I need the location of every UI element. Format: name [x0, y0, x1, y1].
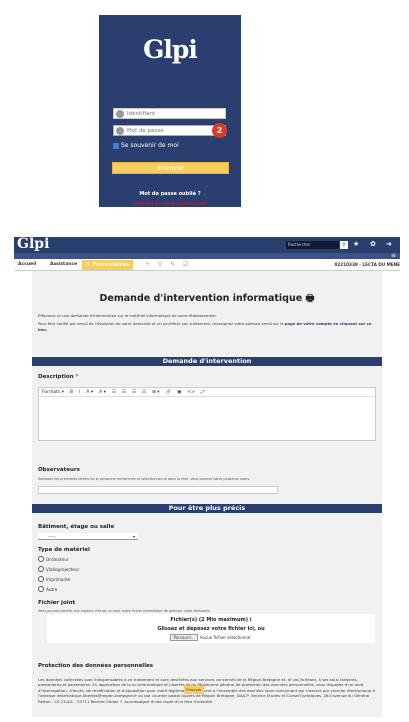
editor-toolbar-button[interactable]: ☰ — [132, 390, 136, 395]
dropzone-instructions: Glissez et déposez votre fichier ici, ou — [157, 626, 265, 632]
form-intro: Effectuez ici une demande d'intervention… — [38, 313, 376, 333]
checkbox-icon — [113, 142, 119, 149]
current-user-label[interactable]: 02210338 - LECTA DU MENE — [334, 261, 400, 269]
observers-label: Observateurs — [38, 467, 80, 473]
login-submit-button[interactable]: Envoyer — [112, 162, 229, 174]
username-placeholder: Identifiant — [127, 110, 156, 117]
remember-me-label: Se souvenir de moi — [121, 142, 179, 149]
intro-line-2: Pour être notifié par email de l'évoluti… — [38, 321, 284, 326]
annotation-badge-2: 2 — [212, 123, 227, 138]
login-error-text: Identifiant ou mot de passe incorrect — [133, 201, 207, 206]
glpi-app: Glpi Rechercher ⚲ ★ ✿ ➜ ≡ Accueil Assist… — [14, 236, 400, 717]
print-icon[interactable]: 🖶 — [305, 293, 314, 304]
editor-toolbar-button[interactable]: ⤢ — [201, 389, 205, 395]
nav-bar: Accueil Assistance ✎ Formulaires + ⚲ ✎ ☑… — [14, 259, 400, 271]
glpi-logo-small[interactable]: Glpi — [17, 236, 49, 252]
radio-icon — [38, 556, 44, 562]
logout-icon[interactable]: ➜ — [386, 240, 392, 248]
top-bar: Glpi Rechercher ⚲ ★ ✿ ➜ — [14, 236, 400, 253]
radio-computer[interactable]: Ordinateur — [38, 556, 69, 562]
editor-toolbar-button[interactable]: I — [79, 390, 80, 395]
editor-toolbar-button[interactable]: ▣ — [177, 390, 181, 395]
global-search-input[interactable]: Rechercher — [286, 241, 339, 249]
intro-line-1: Effectuez ici une demande d'intervention… — [38, 313, 218, 318]
lock-icon — [116, 126, 124, 135]
password-field[interactable]: Mot de passe — [113, 125, 226, 136]
form-submit-button[interactable]: Envoyer — [184, 686, 204, 694]
radio-icon — [38, 576, 44, 582]
editor-toolbar-button[interactable]: ⊞ ▾ — [152, 390, 159, 395]
radio-icon — [38, 586, 44, 592]
building-select[interactable]: ----- ▾ — [38, 533, 138, 540]
no-file-text: Aucun fichier sélectionné. — [199, 635, 252, 640]
hardware-type-label: Type de matériel — [38, 547, 90, 553]
gear-icon[interactable]: ✿ — [370, 240, 376, 248]
login-panel: Glpi Identifiant Mot de passe Se souveni… — [99, 15, 241, 207]
nav-assistance[interactable]: Assistance — [50, 261, 77, 269]
editor-toolbar-button[interactable]: <> — [187, 390, 195, 395]
editor-toolbar-button[interactable]: B — [70, 390, 73, 395]
editor-toolbar-button[interactable]: A ▾ — [99, 390, 106, 395]
search-icon[interactable]: ⚲ — [340, 241, 348, 249]
editor-toolbar-button[interactable]: ☰ — [122, 390, 126, 395]
observers-hint: Saisissez les premières lettres de la pe… — [38, 477, 251, 481]
radio-projector[interactable]: Vidéoprojecteur — [38, 566, 79, 572]
editor-toolbar-button[interactable]: A ▾ — [86, 390, 93, 395]
hamburger-menu-icon[interactable]: ≡ — [391, 252, 396, 259]
description-label: Description * — [38, 374, 79, 380]
editor-toolbar-button[interactable]: ☰ — [142, 390, 146, 395]
remember-me-checkbox[interactable]: Se souvenir de moi — [113, 142, 179, 149]
editor-toolbar: Formats ▾ B I A ▾ A ▾ ☰ ☰ ☰ ☰ ⊞ ▾ 🔗 ▣ <> ⤢ — [39, 388, 375, 397]
browse-button[interactable]: Parcourir... — [170, 634, 198, 641]
file-dropzone[interactable]: Fichier(s) (2 Mio maximum) ℹ Glissez et … — [47, 614, 375, 643]
password-placeholder: Mot de passe — [127, 127, 164, 134]
chevron-down-icon: ▾ — [132, 534, 135, 539]
dropzone-title: Fichier(s) (2 Mio maximum) ℹ — [170, 617, 252, 623]
nav-forms-label: Formulaires — [92, 262, 130, 268]
form-title: Demande d'intervention informatique 🖶 — [99, 293, 315, 304]
user-icon — [116, 109, 124, 118]
privacy-text: Les données collectées sont indispensabl… — [38, 677, 375, 704]
file-input: Parcourir... Aucun fichier sélectionné. — [47, 634, 375, 641]
nav-home[interactable]: Accueil — [18, 261, 36, 269]
section-header-request: Demande d'intervention — [32, 357, 382, 366]
section-header-details: Pour être plus précis — [32, 504, 382, 513]
info-icon: ℹ — [249, 617, 252, 623]
editor-toolbar-button[interactable]: ☰ — [112, 390, 116, 395]
form-container: Demande d'intervention informatique 🖶 Ef… — [32, 271, 382, 717]
radio-other[interactable]: Autre — [38, 586, 57, 592]
forgot-password-link[interactable]: Mot de passe oublié ? — [99, 191, 241, 197]
nav-action-icons[interactable]: + ⚲ ✎ ☑ — [145, 261, 192, 268]
attachment-label: Fichier joint — [38, 600, 76, 606]
username-field[interactable]: Identifiant — [113, 108, 226, 119]
privacy-title: Protection des données personnelles — [38, 663, 154, 669]
star-icon[interactable]: ★ — [353, 240, 359, 248]
radio-printer[interactable]: Imprimante — [38, 576, 70, 582]
building-label: Bâtiment, étage ou salle — [38, 524, 115, 530]
description-editor[interactable]: Formats ▾ B I A ▾ A ▾ ☰ ☰ ☰ ☰ ⊞ ▾ 🔗 ▣ <> ⤢ — [38, 387, 376, 441]
editor-toolbar-button[interactable]: Formats ▾ — [42, 390, 64, 395]
attachment-hint: Vous pouvez joindre une capture d'écran … — [38, 609, 211, 613]
radio-icon — [38, 566, 44, 572]
glpi-logo: Glpi — [143, 35, 198, 64]
observers-input[interactable] — [38, 486, 278, 494]
nav-forms-tab[interactable]: ✎ Formulaires — [82, 260, 134, 270]
editor-toolbar-button[interactable]: 🔗 — [166, 390, 172, 395]
